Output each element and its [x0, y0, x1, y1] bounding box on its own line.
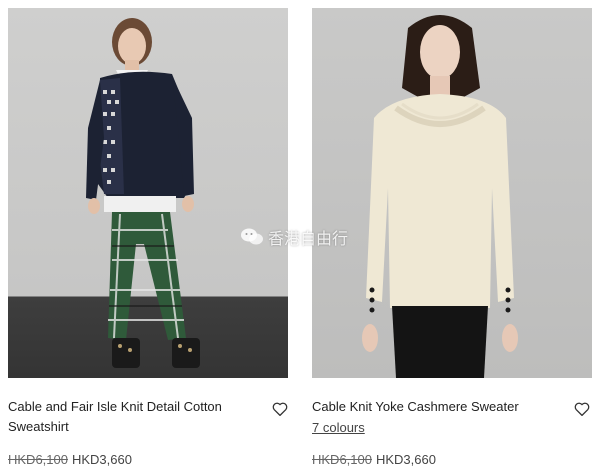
original-price: HKD6,100	[312, 452, 372, 467]
wishlist-heart-icon[interactable]	[573, 400, 591, 418]
wishlist-heart-icon[interactable]	[271, 400, 289, 418]
product-image[interactable]	[8, 8, 288, 378]
product-card[interactable]: Cable Knit Yoke Cashmere Sweater 7 colou…	[312, 0, 592, 473]
product-name[interactable]: Cable and Fair Isle Knit Detail Cotton S…	[8, 397, 253, 437]
model-illustration	[86, 18, 200, 368]
product-name[interactable]: Cable Knit Yoke Cashmere Sweater	[312, 397, 557, 417]
price-row: HKD6,100 HKD3,660	[8, 450, 132, 470]
model-illustration	[362, 15, 518, 378]
price-row: HKD6,100 HKD3,660	[312, 450, 436, 470]
product-image[interactable]	[312, 8, 592, 378]
sale-price: HKD3,660	[71, 452, 132, 467]
product-card[interactable]: Cable and Fair Isle Knit Detail Cotton S…	[8, 0, 288, 473]
sale-price: HKD3,660	[375, 452, 436, 467]
original-price: HKD6,100	[8, 452, 68, 467]
colour-options-link[interactable]: 7 colours	[312, 418, 365, 438]
